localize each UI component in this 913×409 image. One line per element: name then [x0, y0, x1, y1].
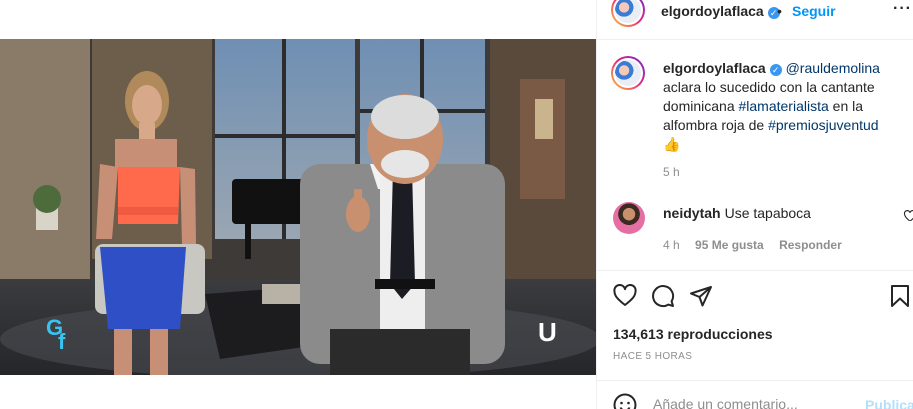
post-age[interactable]: HACE 5 HORAS — [613, 351, 692, 362]
comment-input[interactable] — [653, 396, 853, 409]
comment-timestamp[interactable]: 4 h — [663, 238, 680, 252]
comment-text: Use tapaboca — [724, 205, 811, 221]
video-frame: G f U — [0, 39, 596, 375]
thumbs-up-emoji: 👍 — [663, 136, 681, 152]
verified-badge-icon: ✓ — [769, 64, 782, 76]
more-options-icon[interactable]: ··· — [893, 0, 912, 18]
comment-like-heart-icon[interactable] — [903, 209, 913, 221]
post-media: G f U — [0, 0, 596, 409]
header-separator: • — [777, 3, 782, 19]
follow-button[interactable]: Seguir — [792, 3, 836, 19]
caption-mention-link[interactable]: @rauldemolina — [786, 60, 880, 76]
post-side-panel: elgordoylaflaca ✓ • Seguir ··· elgordoyla… — [596, 0, 913, 409]
publish-button[interactable]: Publicar — [865, 397, 913, 409]
caption-username[interactable]: elgordoylaflaca — [663, 60, 766, 76]
svg-text:f: f — [58, 329, 66, 354]
emoji-icon[interactable] — [613, 393, 637, 409]
video-player[interactable]: G f U — [0, 39, 596, 375]
author-avatar[interactable] — [611, 0, 645, 27]
comment-body: neidytah Use tapaboca — [663, 205, 811, 221]
post-actions-bar — [611, 283, 913, 310]
heart-icon[interactable] — [613, 283, 639, 310]
comment-icon[interactable] — [651, 284, 677, 310]
svg-text:U: U — [538, 317, 557, 347]
header-divider — [597, 39, 913, 40]
reply-button[interactable]: Responder — [779, 238, 842, 252]
author-username[interactable]: elgordoylaflaca ✓ — [661, 3, 780, 19]
composer-divider — [597, 380, 913, 381]
caption-hashtag-1[interactable]: #lamaterialista — [739, 98, 829, 114]
commenter-avatar[interactable] — [613, 202, 645, 234]
caption-hashtag-2[interactable]: #premiosjuventud — [768, 117, 879, 133]
post-caption: elgordoylaflaca ✓ @rauldemolina aclara lo… — [663, 59, 899, 154]
caption-avatar[interactable] — [611, 56, 645, 90]
comments-divider — [597, 270, 913, 271]
bookmark-icon[interactable] — [888, 284, 913, 310]
share-icon[interactable] — [689, 284, 715, 310]
views-count[interactable]: 134,613 reproducciones — [613, 326, 773, 342]
author-avatar-image — [615, 0, 641, 23]
comment-meta: 4 h 95 Me gusta Responder — [663, 238, 854, 252]
comment-likes[interactable]: 95 Me gusta — [695, 238, 764, 252]
caption-timestamp[interactable]: 5 h — [663, 165, 680, 179]
commenter-username[interactable]: neidytah — [663, 205, 721, 221]
